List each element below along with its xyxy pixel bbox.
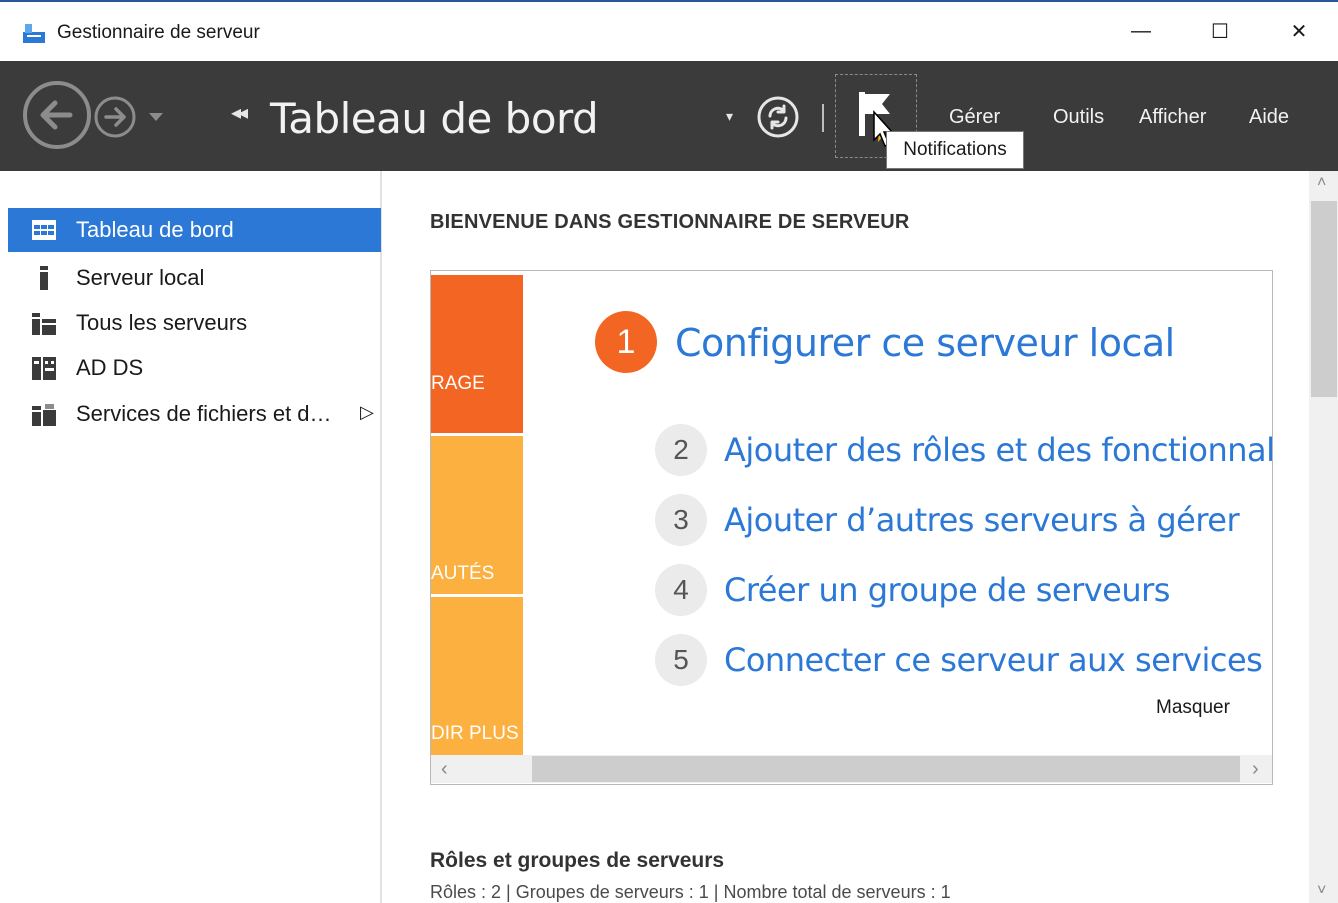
step-1-circle: 1 bbox=[595, 311, 657, 373]
step-4-link[interactable]: Créer un groupe de serveurs bbox=[724, 571, 1170, 609]
horizontal-scrollbar-thumb[interactable] bbox=[532, 756, 1240, 782]
sidebar-item-label: AD DS bbox=[76, 355, 144, 380]
sidebar-item-label: Services de fichiers et d… bbox=[76, 401, 332, 426]
roles-summary: Rôles : 2 | Groupes de serveurs : 1 | No… bbox=[430, 882, 951, 902]
tile-label: RAGE bbox=[431, 373, 485, 394]
scroll-right-icon[interactable]: › bbox=[1252, 758, 1259, 781]
sidebar-item-label: Tableau de bord bbox=[76, 217, 234, 242]
quick-start-panel: RAGE AUTÉS DIR PLUS 1 Configurer ce serv… bbox=[430, 270, 1273, 785]
tile-whats-new[interactable]: AUTÉS bbox=[431, 436, 523, 594]
minimize-button[interactable]: — bbox=[1106, 6, 1176, 56]
tile-label: AUTÉS bbox=[431, 563, 495, 584]
menu-afficher[interactable]: Afficher bbox=[1139, 106, 1206, 129]
menu-outils[interactable]: Outils bbox=[1053, 106, 1104, 129]
back-arrow-icon[interactable] bbox=[22, 80, 92, 150]
tile-configure[interactable]: RAGE bbox=[431, 275, 523, 433]
step-3-circle: 3 bbox=[655, 494, 707, 546]
roles-section-title: Rôles et groupes de serveurs bbox=[430, 849, 725, 872]
sidebar-item-all-servers[interactable]: Tous les serveurs bbox=[8, 301, 381, 345]
toolbar-divider bbox=[822, 104, 824, 132]
dashboard-grid-icon bbox=[32, 220, 56, 240]
sidebar-item-file-services[interactable]: Services de fichiers et d… ▷ bbox=[8, 392, 381, 436]
servers-icon bbox=[32, 313, 56, 335]
page-title: Tableau de bord bbox=[270, 94, 599, 143]
hide-link[interactable]: Masquer bbox=[1156, 697, 1230, 719]
step-1-link[interactable]: Configurer ce serveur local bbox=[675, 321, 1175, 365]
forward-arrow-icon[interactable] bbox=[93, 95, 137, 139]
scroll-left-icon[interactable]: ‹ bbox=[441, 758, 448, 781]
scroll-up-icon[interactable]: ˄ bbox=[1317, 174, 1326, 192]
file-services-icon bbox=[32, 404, 56, 426]
refresh-icon[interactable] bbox=[756, 95, 800, 139]
toolbar bbox=[0, 61, 1338, 171]
step-3-link[interactable]: Ajouter d’autres serveurs à gérer bbox=[724, 501, 1240, 539]
step-2-link[interactable]: Ajouter des rôles et des fonctionnalités bbox=[724, 431, 1272, 469]
step-5-circle: 5 bbox=[655, 634, 707, 686]
sidebar-item-local-server[interactable]: Serveur local bbox=[8, 256, 381, 300]
breadcrumb-dropdown-icon[interactable]: ▾ bbox=[726, 108, 733, 125]
maximize-button[interactable]: ☐ bbox=[1185, 6, 1255, 56]
sidebar-item-ad-ds[interactable]: AD DS bbox=[8, 346, 381, 390]
expand-arrow-icon[interactable]: ▷ bbox=[360, 402, 374, 423]
notifications-tooltip: Notifications bbox=[886, 131, 1024, 169]
menu-aide[interactable]: Aide bbox=[1249, 106, 1289, 129]
step-4-circle: 4 bbox=[655, 564, 707, 616]
sidebar-item-label: Serveur local bbox=[76, 265, 205, 290]
window-title: Gestionnaire de serveur bbox=[57, 22, 260, 43]
server-manager-app-icon bbox=[23, 24, 45, 43]
welcome-title: BIENVENUE DANS GESTIONNAIRE DE SERVEUR bbox=[430, 211, 910, 233]
step-2-circle: 2 bbox=[655, 424, 707, 476]
server-icon bbox=[40, 266, 48, 290]
breadcrumb-arrows-icon[interactable]: ◂◂ bbox=[231, 100, 248, 125]
step-5-link[interactable]: Connecter ce serveur aux services cloud bbox=[724, 641, 1272, 679]
ad-ds-icon bbox=[32, 357, 56, 380]
sidebar-item-label: Tous les serveurs bbox=[76, 310, 248, 335]
tile-label: DIR PLUS bbox=[431, 723, 519, 744]
menu-gerer[interactable]: Gérer bbox=[949, 106, 1000, 129]
close-button[interactable]: ✕ bbox=[1264, 6, 1334, 56]
sidebar-item-dashboard[interactable]: Tableau de bord bbox=[8, 208, 381, 252]
tile-learn-more[interactable]: DIR PLUS bbox=[431, 597, 523, 755]
history-dropdown-icon[interactable] bbox=[146, 110, 166, 124]
vertical-scrollbar-thumb[interactable] bbox=[1311, 201, 1337, 397]
scroll-down-icon[interactable]: ˅ bbox=[1317, 882, 1326, 900]
